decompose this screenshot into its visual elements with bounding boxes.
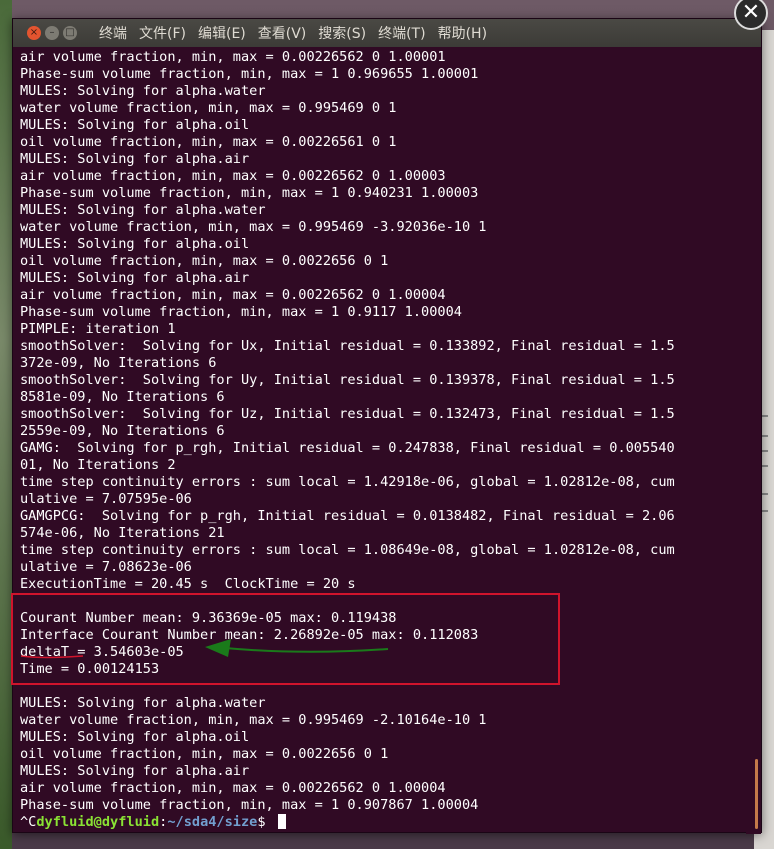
desktop-left-edge (0, 0, 12, 849)
annotation-underline (20, 655, 84, 659)
terminal-window: × – □ 终端 文件(F) 编辑(E) 查看(V) 搜索(S) 终端(T) 帮助(H) a… (11, 18, 762, 834)
annotation-arrow (20, 639, 389, 659)
arrow-shaft-icon (224, 647, 389, 653)
arrow-head-icon (205, 639, 231, 657)
